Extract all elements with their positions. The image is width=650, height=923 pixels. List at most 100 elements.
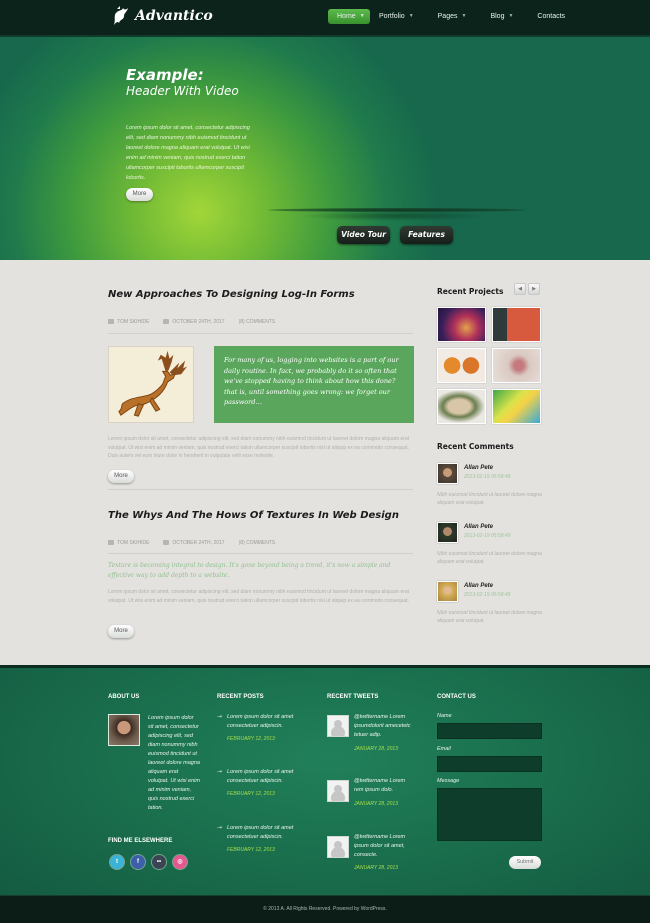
hero-subtitle: Header With Video (126, 84, 239, 98)
chevron-down-icon: ▼ (508, 13, 514, 19)
comment-text: Nibh euismod tincidunt ut laoreet dolore… (437, 610, 542, 624)
features-button[interactable]: Features (400, 226, 453, 244)
tweet-text: @twittername Lorem ipsumdolorit amecetet… (354, 714, 411, 738)
recent-projects-title: Recent Projects (437, 287, 504, 296)
post-date: OCTOBER 24TH, 2017 (163, 540, 225, 546)
post-more-button[interactable]: More (108, 625, 134, 638)
facebook-icon[interactable]: f (131, 855, 145, 869)
site-logo[interactable]: Advantico (110, 5, 213, 27)
calendar-icon (163, 540, 170, 546)
post-comments-link[interactable]: (8) COMMENTS (239, 319, 276, 325)
footer-post-date: FEBRUARY 12, 2013 (227, 847, 275, 853)
avatar (108, 714, 140, 746)
nav-label: Pages (437, 13, 458, 20)
avatar[interactable] (437, 522, 458, 543)
recent-comments-title: Recent Comments (437, 442, 514, 451)
hero-banner: Example: Header With Video Lorem ipsum d… (0, 37, 650, 260)
tweet-date: JANUARY 28, 2013 (354, 801, 398, 807)
message-field[interactable] (437, 788, 542, 841)
tweet-text: @twittername Lorem ipsum dolor sit amet,… (354, 834, 406, 858)
nav-label: Contacts (537, 13, 566, 20)
nav-item-home[interactable]: Home ▼ (328, 9, 370, 24)
avatar[interactable] (437, 581, 458, 602)
copyright-text: © 2013 A. All Rights Reserved. Powered b… (263, 906, 387, 912)
name-field[interactable] (437, 723, 542, 739)
submit-button[interactable]: Submit (509, 856, 541, 869)
dragon-logo-icon (114, 6, 128, 25)
nav-label: Portfolio (379, 13, 405, 20)
footer-post-date: FEBRUARY 12, 2013 (227, 736, 275, 742)
projects-pager: ◀ ▶ (514, 283, 540, 295)
video-stage-shadow (300, 211, 490, 221)
post-author[interactable]: TOM SKIHIDE (108, 540, 149, 546)
footer-post-link[interactable]: Lorem ipsum dolor sit amet consectetuer … (227, 768, 307, 786)
about-title: ABOUT US (108, 694, 140, 700)
chevron-down-icon: ▼ (461, 13, 467, 19)
find-me-title: FIND ME ELSEWHERE (108, 838, 173, 844)
footer-post-link[interactable]: Lorem ipsum dolor sit amet consectetuer … (227, 713, 307, 731)
video-tour-button[interactable]: Video Tour (337, 226, 390, 244)
comment-author[interactable]: Allan Pete (464, 465, 493, 471)
chevron-down-icon: ▼ (359, 13, 365, 19)
post-author[interactable]: TOM SKIHIDE (108, 319, 149, 325)
divider (108, 489, 413, 490)
tweet-date: JANUARY 28, 2013 (354, 865, 398, 871)
post-title[interactable]: New Approaches To Designing Log-In Forms (108, 289, 355, 300)
main-content: New Approaches To Designing Log-In Forms… (0, 260, 650, 665)
arrow-right-icon: → (217, 768, 223, 775)
comment-date: 2013-02-19 05:58:49 (464, 533, 511, 539)
post-date: OCTOBER 24TH, 2017 (163, 319, 225, 325)
next-arrow-icon[interactable]: ▶ (528, 283, 540, 295)
post-quote: For many of us, logging into websites is… (214, 346, 414, 423)
flickr-icon[interactable]: •• (152, 855, 166, 869)
project-thumbnails (437, 307, 541, 424)
project-thumbnail[interactable] (437, 389, 486, 424)
project-thumbnail[interactable] (492, 389, 541, 424)
user-icon (108, 319, 114, 325)
email-field[interactable] (437, 756, 542, 772)
post-comments-link[interactable]: (8) COMMENTS (239, 540, 276, 546)
hero-title: Example: (126, 66, 204, 84)
avatar[interactable] (437, 463, 458, 484)
nav-label: Blog (490, 13, 505, 20)
twitter-icon[interactable]: t (110, 855, 124, 869)
tweet-date: JANUARY 28, 2013 (354, 746, 398, 752)
author-label: TOM SKIHIDE (117, 319, 150, 325)
hero-text: Lorem ipsum dolor sit amet, consectetur … (126, 125, 250, 181)
nav-label: Home (337, 13, 356, 20)
nav-item-contacts[interactable]: Contacts (537, 9, 565, 24)
footer-post-link[interactable]: Lorem ipsum dolor sit amet consectetuer … (227, 824, 307, 842)
comments-label: (8) COMMENTS (238, 319, 276, 325)
nav-item-portfolio[interactable]: Portfolio ▼ (379, 9, 414, 24)
user-icon (108, 540, 114, 546)
post-excerpt: Lorem ipsum dolor sit amet, consectetur … (108, 436, 409, 459)
dribbble-icon[interactable]: ◎ (173, 855, 187, 869)
nav-item-blog[interactable]: Blog ▼ (490, 9, 513, 24)
post-image-deer[interactable] (108, 346, 194, 423)
footer: ABOUT US Lorem ipsum dolor sit amet, con… (0, 665, 650, 895)
project-thumbnail[interactable] (437, 307, 486, 342)
post-title[interactable]: The Whys And The Hows Of Textures In Web… (108, 510, 399, 521)
post-excerpt: Lorem ipsum dolor sit amet, consectetur … (108, 589, 409, 604)
prev-arrow-icon[interactable]: ◀ (514, 283, 526, 295)
footer-post-date: FEBRUARY 12, 2013 (227, 791, 275, 797)
hero-more-button[interactable]: More (126, 188, 153, 201)
nav-item-pages[interactable]: Pages ▼ (438, 9, 467, 24)
date-label: OCTOBER 24TH, 2017 (172, 540, 225, 546)
date-label: OCTOBER 24TH, 2017 (172, 319, 225, 325)
author-label: TOM SKIHIDE (117, 540, 150, 546)
about-text: Lorem ipsum dolor sit amet, consectetur … (148, 715, 200, 811)
contact-title: CONTACT US (437, 694, 476, 700)
project-thumbnail[interactable] (437, 348, 486, 383)
comment-author[interactable]: Allan Pete (464, 524, 493, 530)
comment-text: Nibh euismod tincidunt ut laoreet dolore… (437, 492, 542, 506)
comment-author[interactable]: Allan Pete (464, 583, 493, 589)
project-thumbnail[interactable] (492, 307, 541, 342)
project-thumbnail[interactable] (492, 348, 541, 383)
avatar (327, 780, 349, 802)
top-bar: Advantico Home ▼ Portfolio ▼ Pages ▼ Blo… (0, 0, 650, 36)
comments-label: (8) COMMENTS (238, 540, 276, 546)
main-nav: Home ▼ Portfolio ▼ Pages ▼ Blog ▼ Contac… (328, 9, 565, 24)
avatar (327, 836, 349, 858)
post-more-button[interactable]: More (108, 470, 134, 483)
